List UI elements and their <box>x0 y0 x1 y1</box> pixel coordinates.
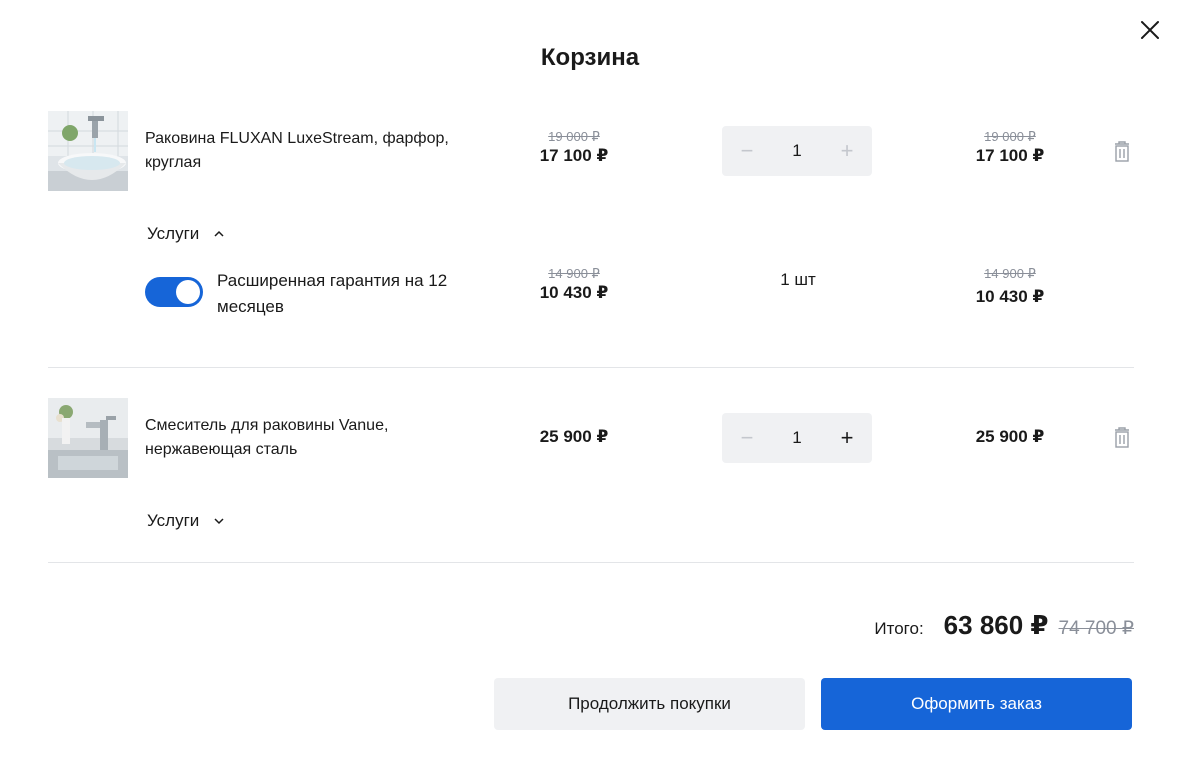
services-toggle[interactable]: Услуги <box>147 511 225 531</box>
service-quantity: 1 шт <box>780 270 816 289</box>
sink-bowl-image[interactable] <box>48 111 128 191</box>
service-price-old: 14 900 ₽ <box>548 266 600 281</box>
continue-shopping-button[interactable]: Продолжить покупки <box>494 678 805 730</box>
increase-button[interactable]: + <box>822 126 872 176</box>
line-total-old: 19 000 ₽ <box>984 129 1036 144</box>
product-name[interactable]: Смеситель для раковины Vanue, нержавеюща… <box>145 414 465 462</box>
product-name[interactable]: Раковина FLUXAN LuxeStream, фарфор, круг… <box>145 127 465 175</box>
cart-title: Корзина <box>540 44 640 71</box>
service-total-old: 14 900 ₽ <box>984 266 1036 281</box>
line-total-current: 17 100 ₽ <box>975 146 1045 165</box>
decrease-button[interactable]: − <box>722 126 772 176</box>
quantity-value: 1 <box>792 428 802 447</box>
total-value: 63 860 ₽ <box>943 610 1049 640</box>
chevron-up-icon <box>214 230 224 237</box>
unit-price-current: 25 900 ₽ <box>539 427 609 446</box>
faucet-image[interactable] <box>48 398 128 478</box>
line-total-current: 25 900 ₽ <box>975 427 1045 446</box>
service-total: 14 900 ₽ 10 430 ₽ <box>950 266 1070 308</box>
unit-price: 19 000 ₽ 17 100 ₽ <box>514 129 634 167</box>
service-switch[interactable] <box>145 277 203 307</box>
divider <box>48 562 1134 563</box>
order-total: Итого: 63 860 ₽ 74 700 ₽ <box>874 610 1134 641</box>
trash-icon[interactable] <box>1112 140 1132 164</box>
quantity-stepper: − 1 + <box>722 413 872 463</box>
total-old-value: 74 700 ₽ <box>1058 618 1134 639</box>
chevron-down-icon <box>214 518 224 525</box>
trash-icon[interactable] <box>1112 426 1132 450</box>
line-total: 25 900 ₽ <box>950 426 1070 448</box>
line-total: 19 000 ₽ 17 100 ₽ <box>950 129 1070 167</box>
services-toggle[interactable]: Услуги <box>147 224 225 244</box>
service-name: Расширенная гарантия на 12 месяцев <box>217 271 448 316</box>
checkout-button[interactable]: Оформить заказ <box>821 678 1132 730</box>
close-icon[interactable] <box>1138 18 1162 42</box>
service-price: 14 900 ₽ 10 430 ₽ <box>514 266 634 304</box>
service-total-current: 10 430 ₽ <box>975 287 1045 306</box>
divider <box>48 367 1134 368</box>
unit-price: 25 900 ₽ <box>514 426 634 448</box>
quantity-value: 1 <box>792 141 802 160</box>
total-label: Итого: <box>874 619 924 638</box>
unit-price-current: 17 100 ₽ <box>539 146 609 165</box>
unit-price-old: 19 000 ₽ <box>548 129 600 144</box>
service-price-current: 10 430 ₽ <box>539 283 609 302</box>
quantity-stepper: − 1 + <box>722 126 872 176</box>
services-label: Услуги <box>147 511 200 530</box>
increase-button[interactable]: + <box>822 413 872 463</box>
decrease-button[interactable]: − <box>722 413 772 463</box>
services-label: Услуги <box>147 224 200 243</box>
